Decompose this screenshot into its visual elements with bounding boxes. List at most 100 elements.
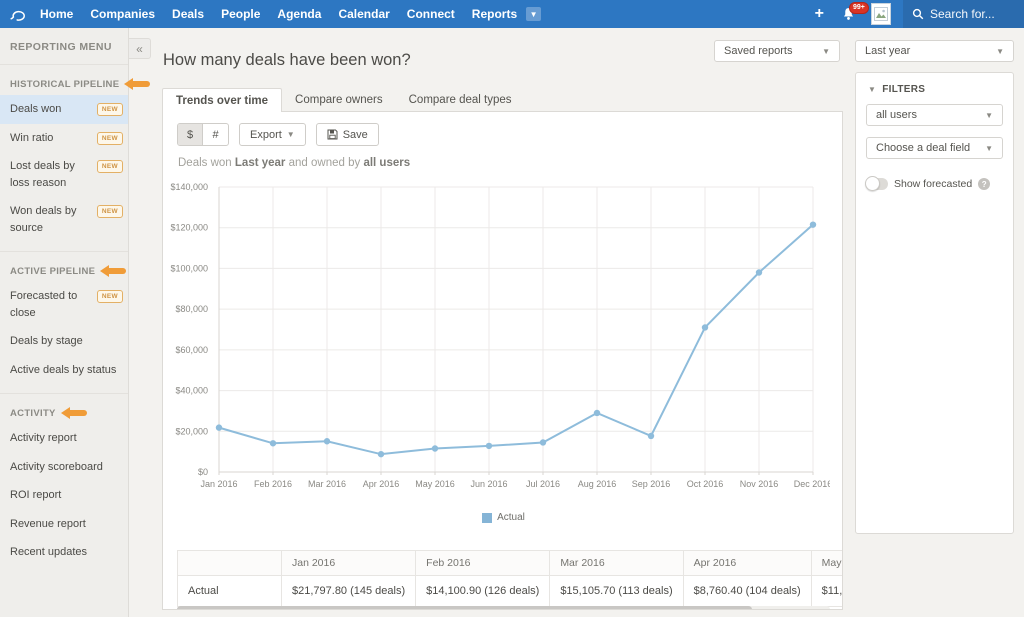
reporting-sidebar: REPORTING MENU HISTORICAL PIPELINEDeals … — [0, 28, 129, 617]
svg-text:$20,000: $20,000 — [175, 426, 208, 436]
nav-item-reports[interactable]: Reports — [472, 7, 517, 21]
chevron-down-icon: ▼ — [985, 111, 993, 120]
sidebar-item-label: Activity scoreboard — [10, 459, 123, 476]
reports-chevron-down-icon[interactable]: ▼ — [526, 7, 541, 21]
nav-item-agenda[interactable]: Agenda — [277, 7, 321, 21]
scrollbar-thumb[interactable] — [177, 606, 752, 610]
svg-text:$100,000: $100,000 — [170, 263, 208, 273]
toggle-knob — [865, 176, 880, 191]
nav-item-calendar[interactable]: Calendar — [338, 7, 389, 21]
svg-text:Feb 2016: Feb 2016 — [254, 479, 292, 489]
sidebar-item[interactable]: Deals by stage — [0, 327, 128, 356]
svg-text:May 2016: May 2016 — [415, 479, 455, 489]
currency-mode-button[interactable]: $ — [178, 124, 203, 145]
data-table-head-row: Jan 2016Feb 2016Mar 2016Apr 2016May 2016… — [178, 551, 844, 576]
sidebar-item[interactable]: Activity scoreboard — [0, 453, 128, 482]
svg-text:Mar 2016: Mar 2016 — [308, 479, 346, 489]
sidebar-item[interactable]: Activity report — [0, 424, 128, 453]
deal-field-dropdown[interactable]: Choose a deal field ▼ — [866, 137, 1003, 159]
sidebar-item[interactable]: ROI report — [0, 481, 128, 510]
tab-compare-owners[interactable]: Compare owners — [282, 88, 396, 111]
svg-text:Sep 2016: Sep 2016 — [632, 479, 671, 489]
sidebar-item[interactable]: Win ratioNEW — [0, 124, 128, 153]
quick-add-button[interactable]: + — [815, 6, 824, 22]
sidebar-item-label: Recent updates — [10, 544, 123, 561]
table-column-header: Mar 2016 — [550, 551, 683, 576]
sidebar-item-label: ROI report — [10, 487, 123, 504]
sidebar-item-label: Lost deals by loss reason — [10, 158, 94, 191]
table-column-header: Feb 2016 — [416, 551, 550, 576]
page-title: How many deals have been won? — [163, 51, 411, 70]
sidebar-item-label: Deals by stage — [10, 333, 123, 350]
sidebar-section-heading: ACTIVE PIPELINE — [0, 265, 128, 282]
filters-header[interactable]: ▼ FILTERS — [856, 73, 1013, 104]
saved-reports-dropdown[interactable]: Saved reports ▼ — [714, 40, 840, 62]
annotation-arrow-icon — [100, 265, 126, 277]
deals-chart: $0$20,000$40,000$60,000$80,000$100,000$1… — [163, 177, 830, 495]
count-mode-button[interactable]: # — [203, 124, 228, 145]
nav-item-deals[interactable]: Deals — [172, 7, 204, 21]
sidebar-item[interactable]: Deals wonNEW — [0, 95, 128, 124]
sidebar-item-label: Revenue report — [10, 516, 123, 533]
sidebar-collapse-button[interactable]: « — [129, 38, 151, 59]
sidebar-item[interactable]: Revenue report — [0, 510, 128, 539]
user-filter-dropdown[interactable]: all users ▼ — [866, 104, 1003, 126]
sidebar-item[interactable]: Forecasted to closeNEW — [0, 282, 128, 327]
table-cell: $11,544.00 (108 deals) — [811, 576, 843, 607]
filters-panel: ▼ FILTERS all users ▼ Choose a deal fiel… — [855, 72, 1014, 534]
export-button[interactable]: Export ▼ — [239, 123, 306, 146]
nav-item-companies[interactable]: Companies — [90, 7, 155, 21]
chevron-down-icon: ▼ — [287, 130, 295, 139]
value-mode-toggle: $ # — [177, 123, 229, 146]
chart-legend: Actual — [163, 512, 843, 523]
tab-compare-deal-types[interactable]: Compare deal types — [396, 88, 525, 111]
svg-text:$80,000: $80,000 — [175, 304, 208, 314]
table-column-header — [178, 551, 282, 576]
sidebar-item[interactable]: Lost deals by loss reasonNEW — [0, 152, 128, 197]
table-row: Actual$21,797.80 (145 deals)$14,100.90 (… — [178, 576, 844, 607]
table-cell: $8,760.40 (104 deals) — [683, 576, 811, 607]
new-badge: NEW — [97, 205, 123, 218]
new-badge: NEW — [97, 103, 123, 116]
notifications-button[interactable]: 99+ — [842, 7, 855, 21]
annotation-arrow-icon — [124, 78, 150, 90]
nav-items: Home Companies Deals People Agenda Calendar Co… — [40, 7, 517, 21]
data-table-body: Actual$21,797.80 (145 deals)$14,100.90 (… — [178, 576, 844, 607]
sidebar-item-label: Won deals by source — [10, 203, 94, 236]
table-cell: $14,100.90 (126 deals) — [416, 576, 550, 607]
period-dropdown[interactable]: Last year ▼ — [855, 40, 1014, 62]
table-row-label: Actual — [178, 576, 282, 607]
legend-swatch-icon — [482, 513, 492, 523]
sidebar-item-label: Activity report — [10, 430, 123, 447]
nav-item-connect[interactable]: Connect — [407, 7, 455, 21]
svg-text:$140,000: $140,000 — [170, 182, 208, 192]
sidebar-item[interactable]: Active deals by status — [0, 356, 128, 385]
user-avatar[interactable] — [871, 3, 891, 25]
table-column-header: Jan 2016 — [282, 551, 416, 576]
toggle-label: Show forecasted — [894, 178, 972, 190]
svg-text:Jan 2016: Jan 2016 — [200, 479, 237, 489]
sidebar-item[interactable]: Recent updates — [0, 538, 128, 567]
top-navigation: Home Companies Deals People Agenda Calendar Co… — [0, 0, 1024, 28]
svg-text:Nov 2016: Nov 2016 — [740, 479, 779, 489]
nav-item-home[interactable]: Home — [40, 7, 73, 21]
global-search-input[interactable]: Search for... — [903, 0, 1024, 28]
save-button[interactable]: Save — [316, 123, 379, 146]
help-icon[interactable]: ? — [978, 178, 990, 190]
new-badge: NEW — [97, 132, 123, 145]
app-logo-icon[interactable] — [10, 6, 27, 23]
svg-text:Jun 2016: Jun 2016 — [470, 479, 507, 489]
sidebar-item-label: Forecasted to close — [10, 288, 94, 321]
tab-trends-over-time[interactable]: Trends over time — [162, 88, 282, 112]
sidebar-title: REPORTING MENU — [0, 28, 128, 65]
svg-text:$40,000: $40,000 — [175, 386, 208, 396]
search-icon — [912, 8, 924, 20]
sidebar-item-label: Deals won — [10, 101, 94, 118]
nav-item-people[interactable]: People — [221, 7, 260, 21]
search-placeholder: Search for... — [930, 7, 995, 21]
horizontal-scrollbar[interactable] — [177, 606, 830, 610]
sidebar-item[interactable]: Won deals by sourceNEW — [0, 197, 128, 242]
table-cell: $21,797.80 (145 deals) — [282, 576, 416, 607]
chart-toolbar: $ # Export ▼ Save — [177, 123, 379, 146]
show-forecasted-toggle[interactable] — [866, 178, 888, 190]
